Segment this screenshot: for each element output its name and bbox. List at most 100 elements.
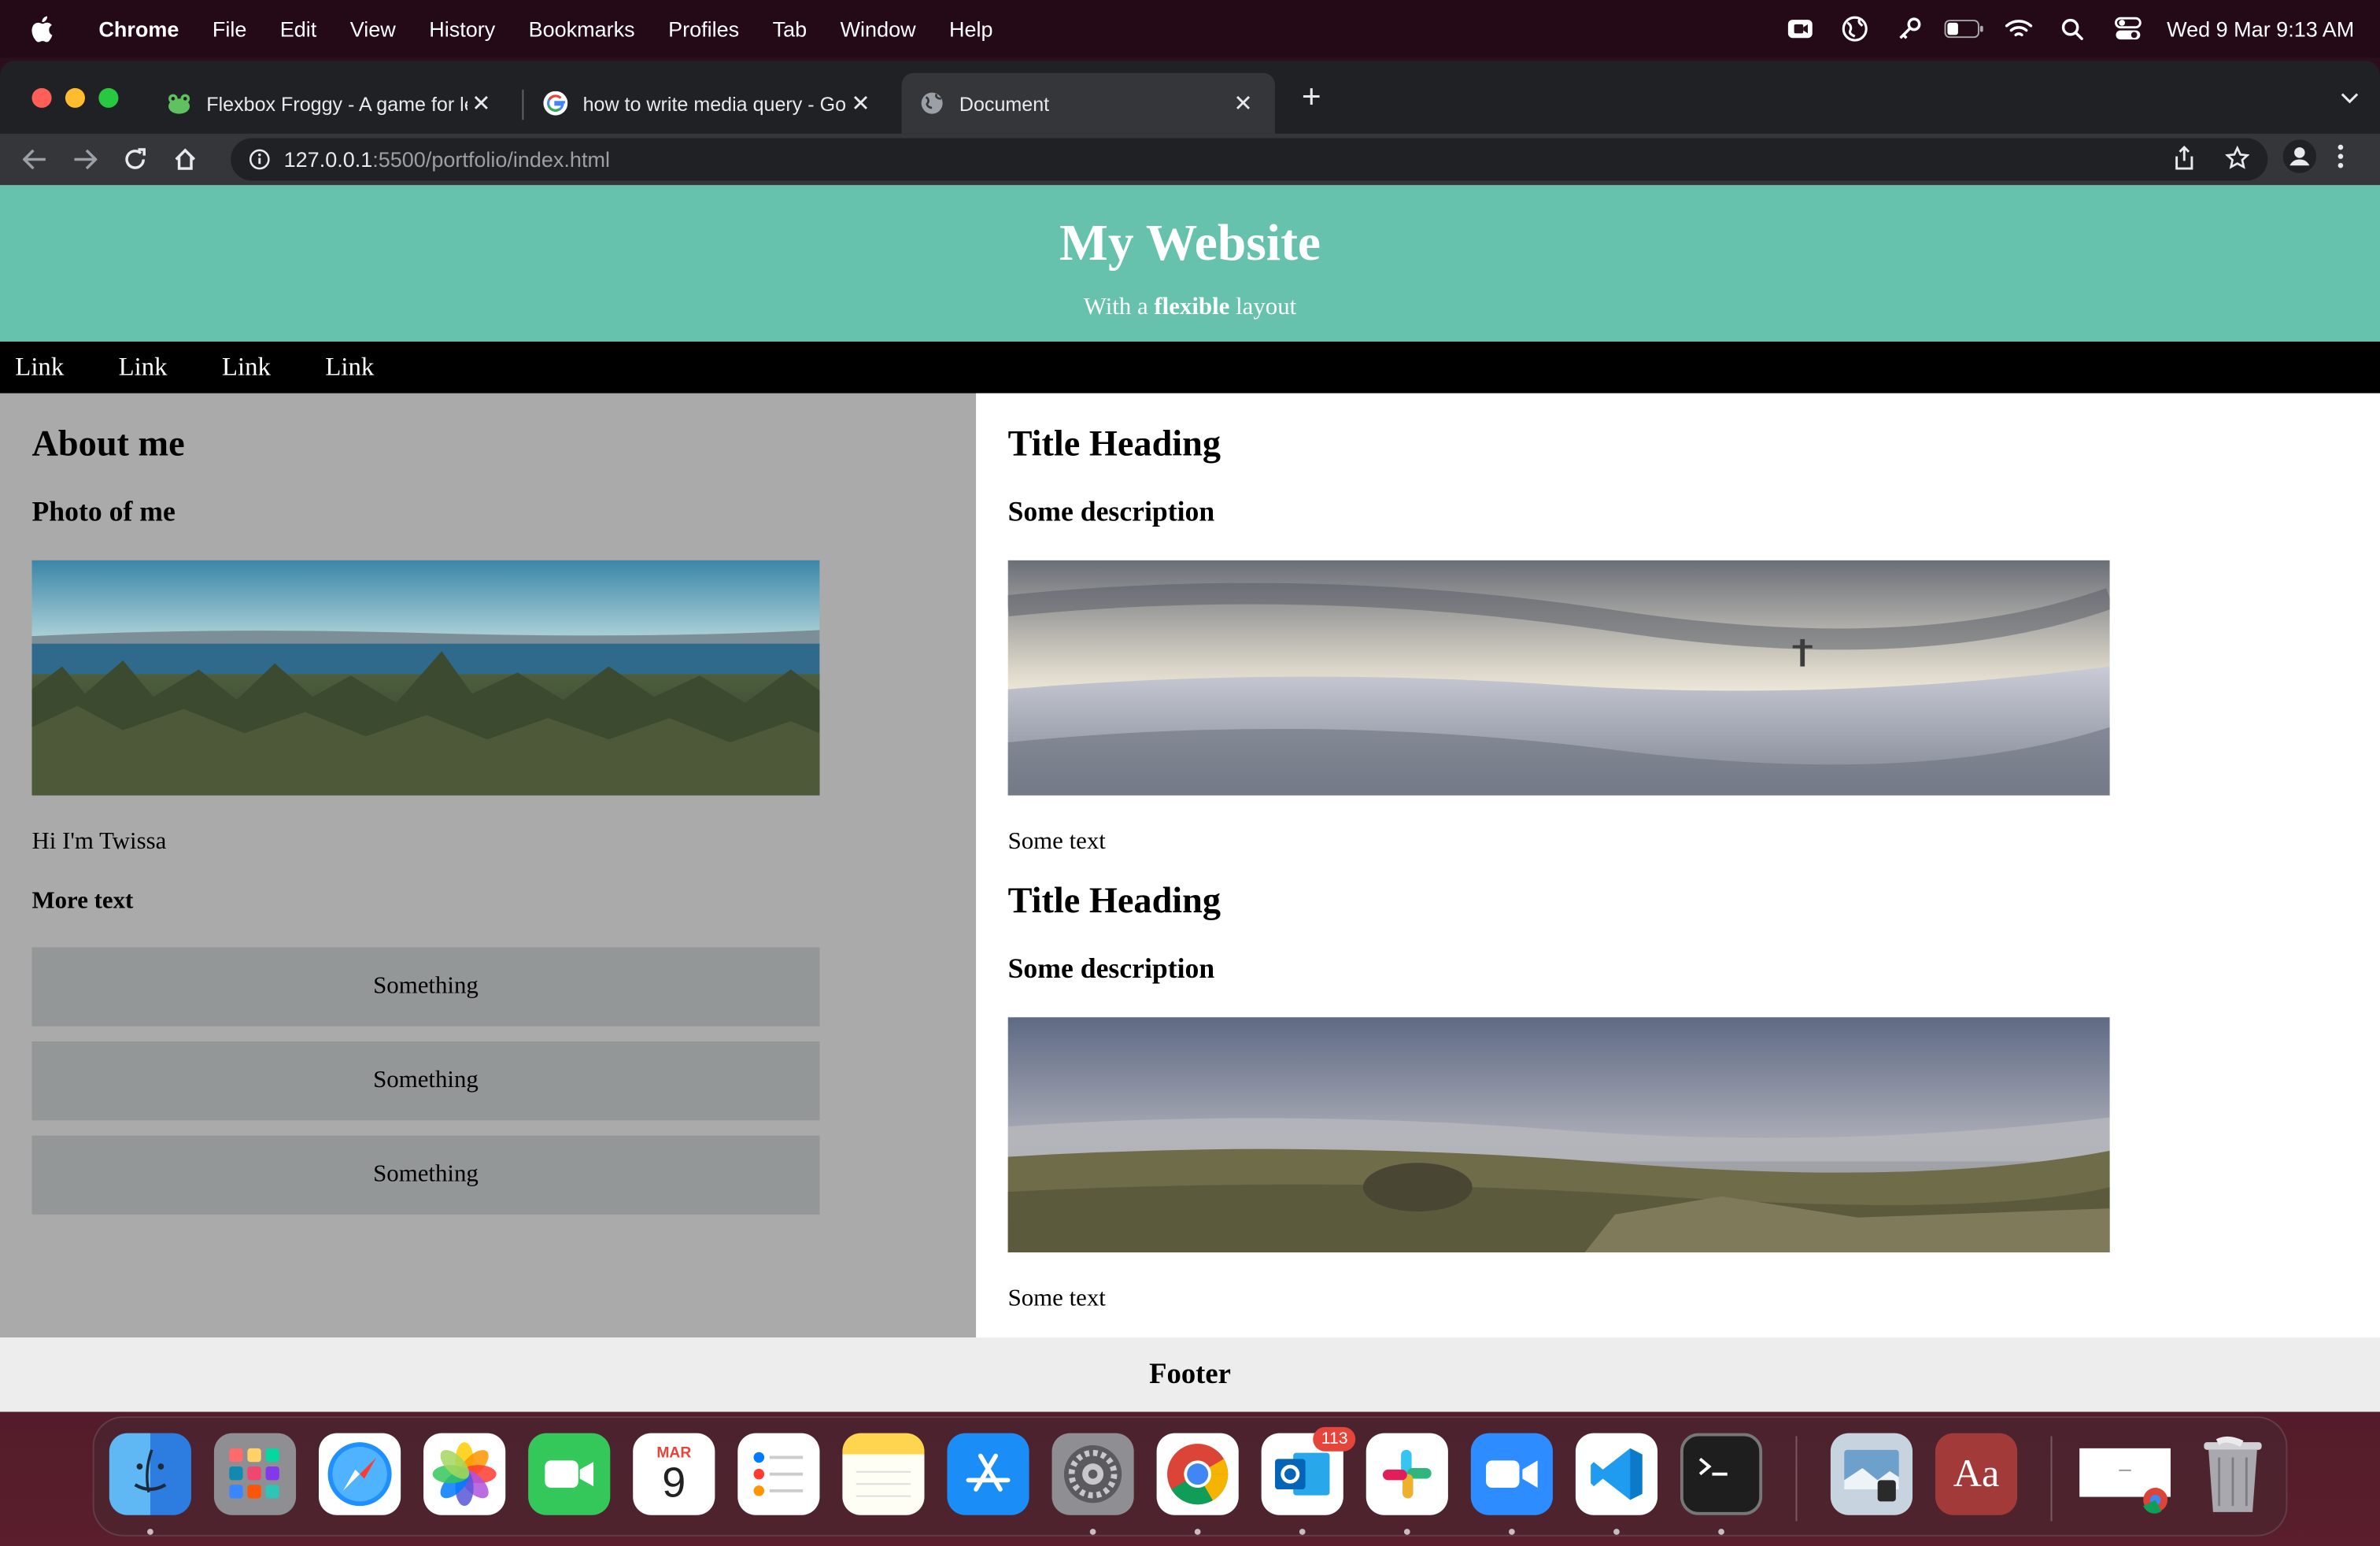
reload-icon[interactable] <box>109 147 160 172</box>
menu-view[interactable]: View <box>334 17 412 41</box>
menu-edit[interactable]: Edit <box>264 17 334 41</box>
site-navbar: Link Link Link Link <box>0 341 2380 394</box>
menu-app-name[interactable]: Chrome <box>82 17 195 41</box>
battery-icon[interactable] <box>1936 20 1990 39</box>
tab-title: Document <box>959 91 1050 115</box>
window-maximize-button[interactable] <box>98 87 119 107</box>
tab-title: Flexbox Froggy - A game for le <box>206 91 468 115</box>
profile-avatar-icon[interactable] <box>2282 139 2317 179</box>
something-box: Something <box>31 1135 820 1215</box>
share-icon[interactable] <box>2174 145 2195 174</box>
preview-icon[interactable] <box>1830 1433 1913 1515</box>
tab-flexbox-froggy[interactable]: Flexbox Froggy - A game for le ✕ <box>149 73 513 134</box>
site-header: My Website With a flexible layout <box>0 185 2380 342</box>
more-text-heading: More text <box>31 888 134 915</box>
chrome-window: Flexbox Froggy - A game for le ✕ how to … <box>0 61 2380 1412</box>
tab-search-chevron-icon[interactable] <box>2341 85 2359 113</box>
running-indicator <box>1509 1529 1515 1535</box>
subtitle-post: layout <box>1229 294 1297 320</box>
video-recording-icon[interactable] <box>1772 17 1827 41</box>
menu-profiles[interactable]: Profiles <box>652 17 756 41</box>
launchpad-icon[interactable] <box>213 1433 297 1515</box>
chrome-window-icon[interactable] <box>2076 1433 2173 1515</box>
post-text: Some text <box>1007 1285 1106 1312</box>
system-preferences-icon[interactable] <box>1051 1433 1134 1515</box>
nav-link-2[interactable]: Link <box>103 352 182 383</box>
dock-separator <box>1795 1436 1798 1522</box>
url-host: 127.0.0.1 <box>283 147 373 172</box>
calendar-icon[interactable]: MAR 9 <box>633 1433 715 1515</box>
calendar-day: 9 <box>662 1458 686 1506</box>
tab-close-icon[interactable]: ✕ <box>847 90 874 117</box>
menubar-clock[interactable]: Wed 9 Mar 9:13 AM <box>2167 17 2354 41</box>
macos-dock: MAR 9 113 Aa <box>92 1416 2288 1537</box>
post-description: Some description <box>1007 497 1215 529</box>
macos-menu-bar: Chrome File Edit View History Bookmarks … <box>0 0 2380 58</box>
dictionary-icon[interactable]: Aa <box>1935 1433 2018 1515</box>
wifi-icon[interactable] <box>1990 18 2045 39</box>
menu-bookmarks[interactable]: Bookmarks <box>512 17 651 41</box>
site-info-icon[interactable] <box>249 149 270 170</box>
tab-strip: Flexbox Froggy - A game for le ✕ how to … <box>0 61 2380 134</box>
new-tab-button[interactable]: + <box>1293 80 1329 117</box>
menu-tab[interactable]: Tab <box>756 17 823 41</box>
menu-window[interactable]: Window <box>823 17 932 41</box>
main-content: Title Heading Some description Some text… <box>976 393 2380 1338</box>
menu-history[interactable]: History <box>412 17 512 41</box>
nav-link-4[interactable]: Link <box>310 352 389 383</box>
kebab-menu-icon[interactable] <box>2338 143 2344 176</box>
zoom-icon[interactable] <box>1470 1433 1553 1515</box>
url-path: :5500/portfolio/index.html <box>372 147 610 172</box>
running-indicator <box>1089 1529 1096 1535</box>
site-footer: Footer <box>0 1337 2380 1412</box>
home-icon[interactable] <box>160 147 210 172</box>
tab-document-active[interactable]: Document ✕ <box>901 72 1276 134</box>
forward-arrow-icon[interactable] <box>59 149 109 170</box>
outlook-icon[interactable]: 113 <box>1261 1426 1356 1515</box>
terminal-icon[interactable] <box>1680 1433 1763 1515</box>
window-close-button[interactable] <box>31 87 52 107</box>
apple-menu-icon[interactable] <box>0 15 82 43</box>
tab-title: how to write media query - Go <box>582 91 847 115</box>
back-arrow-icon[interactable] <box>9 149 60 170</box>
photo-heading: Photo of me <box>31 497 176 529</box>
subtitle-pre: With a <box>1083 294 1155 320</box>
snow-landscape-image <box>1007 560 2110 796</box>
nav-link-3[interactable]: Link <box>207 352 286 383</box>
browser-toolbar: 127.0.0.1:5500/portfolio/index.html <box>0 133 2380 186</box>
slack-icon[interactable] <box>1366 1433 1448 1515</box>
menu-help[interactable]: Help <box>933 17 1010 41</box>
photos-icon[interactable] <box>423 1433 506 1515</box>
menu-file[interactable]: File <box>196 17 264 41</box>
finder-icon[interactable] <box>109 1433 192 1515</box>
bookmark-star-icon[interactable] <box>2224 144 2250 174</box>
chrome-icon[interactable] <box>1156 1433 1239 1515</box>
control-center-icon[interactable] <box>2100 17 2154 41</box>
sidebar: About me Photo of me Hi I'm Twissa More … <box>0 393 977 1338</box>
globe-vpn-icon[interactable] <box>1827 15 1881 43</box>
frog-icon <box>167 91 191 116</box>
trash-icon[interactable] <box>2192 1433 2274 1515</box>
site-title: My Website <box>1059 215 1321 272</box>
spotlight-search-icon[interactable] <box>2046 17 2100 40</box>
notes-icon[interactable] <box>842 1433 925 1515</box>
facetime-icon[interactable] <box>528 1433 611 1515</box>
tab-google-search[interactable]: how to write media query - Go ✕ <box>525 73 893 134</box>
window-controls <box>0 87 146 107</box>
tab-close-icon[interactable]: ✕ <box>1229 90 1257 117</box>
dictionary-label: Aa <box>1953 1451 2000 1496</box>
outlook-unread-badge: 113 <box>1314 1426 1356 1452</box>
safari-icon[interactable] <box>319 1433 401 1515</box>
app-store-icon[interactable] <box>947 1433 1029 1515</box>
window-minimize-button[interactable] <box>65 87 86 107</box>
post-title: Title Heading <box>1007 882 1221 922</box>
nav-link-1[interactable]: Link <box>0 352 79 383</box>
address-bar[interactable]: 127.0.0.1:5500/portfolio/index.html <box>231 138 2268 181</box>
mountain-landscape-image <box>1007 1017 2110 1253</box>
tab-close-icon[interactable]: ✕ <box>468 90 495 117</box>
key-icon[interactable] <box>1882 15 1936 43</box>
vscode-icon[interactable] <box>1575 1433 1658 1515</box>
something-box: Something <box>31 947 820 1026</box>
running-indicator <box>1194 1529 1201 1535</box>
reminders-icon[interactable] <box>737 1433 820 1515</box>
